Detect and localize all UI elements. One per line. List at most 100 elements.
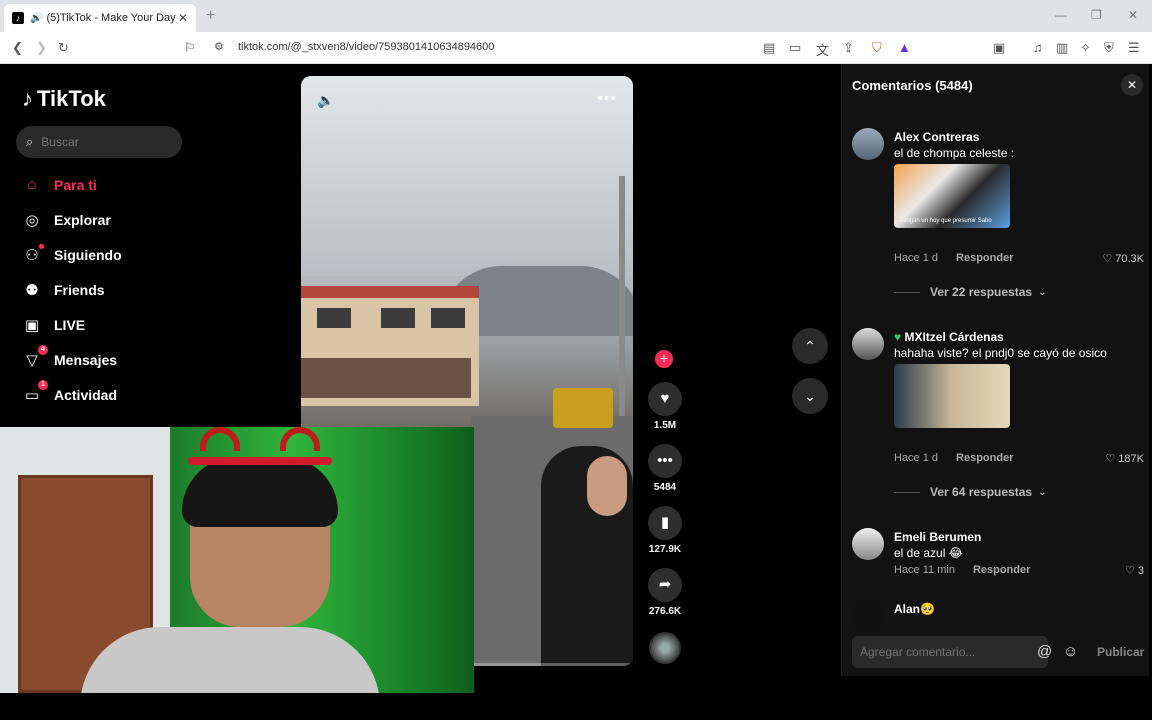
view-replies-button[interactable]: Ver 22 respuestas ⌄ — [894, 285, 1046, 299]
comment-image-caption: Tengan un hoy que presumir Sabo — [900, 218, 992, 224]
view-replies-label: Ver 64 respuestas — [930, 485, 1033, 499]
reply-button[interactable]: Responder — [973, 564, 1030, 576]
bookmark-icon[interactable]: ▮ — [648, 506, 682, 540]
avatar[interactable] — [852, 528, 884, 560]
live-icon: ▣ — [24, 317, 40, 334]
avatar[interactable] — [852, 328, 884, 360]
follow-button[interactable]: + — [655, 350, 673, 368]
browser-tab-bar: ♪ 🔊 (5)TikTok - Make Your Day ✕ + — ❐ ✕ — [0, 0, 1152, 32]
comment-item: Alan🥺 — [852, 600, 1148, 630]
cast-icon[interactable]: ▭ — [789, 40, 801, 56]
search-box[interactable]: ⌕ — [16, 126, 182, 158]
compass-icon: ◎ — [25, 212, 39, 229]
following-icon: ⚇ — [22, 244, 44, 264]
sidebar-item-para-ti[interactable]: ⌂ Para ti — [22, 176, 96, 193]
restore-icon[interactable]: ❐ — [1091, 8, 1102, 22]
search-input[interactable] — [41, 135, 162, 149]
more-options-icon[interactable]: ••• — [597, 90, 617, 108]
save-action[interactable]: ▮ 127.9K — [643, 506, 687, 555]
media-icon[interactable]: ♫ — [1033, 40, 1043, 55]
rewards-icon[interactable]: ▲ — [898, 40, 911, 55]
comment-username[interactable]: ♥ MXItzel Cárdenas — [894, 330, 1004, 344]
audio-playing-icon[interactable]: 🔊 — [30, 13, 42, 24]
bookmark-icon[interactable]: ⚐ — [184, 40, 196, 56]
sidebar-toggle-icon[interactable]: ▣ — [993, 40, 1005, 56]
comments-panel: Comentarios (5484) ✕ Alex Contreras el d… — [841, 64, 1149, 676]
view-replies-label: Ver 22 respuestas — [930, 285, 1033, 299]
comments-count: (5484) — [935, 78, 973, 93]
chevron-down-icon: ⌄ — [804, 388, 816, 404]
address-bar[interactable]: tiktok.com/@_stxven8/video/7593801410634… — [238, 41, 494, 53]
minimize-icon[interactable]: — — [1055, 8, 1067, 22]
sidebar-item-actividad[interactable]: ▭ 1 Actividad — [22, 380, 117, 404]
chevron-up-icon: ⌃ — [804, 338, 816, 354]
avatar[interactable] — [852, 128, 884, 160]
comment-image[interactable]: Tengan un hoy que presumir Sabo — [894, 164, 1010, 228]
sound-disc-icon[interactable] — [649, 632, 681, 664]
comment-username[interactable]: Alex Contreras — [894, 130, 979, 144]
sidebar-item-friends[interactable]: ⚉ Friends — [22, 281, 105, 299]
forward-icon[interactable]: ❯ — [36, 40, 47, 56]
browser-tab[interactable]: ♪ 🔊 (5)TikTok - Make Your Day ✕ — [4, 4, 196, 32]
menu-icon[interactable]: ☰ — [1128, 40, 1140, 56]
tiktok-note-icon: ♪ — [22, 86, 33, 111]
comment-input[interactable] — [860, 645, 1030, 659]
avatar[interactable] — [852, 600, 884, 630]
heart-icon[interactable]: ♥ — [648, 382, 682, 416]
new-tab-icon[interactable]: + — [206, 7, 215, 25]
comment-input-box[interactable] — [852, 636, 1048, 668]
comment-username[interactable]: Alan🥺 — [894, 602, 935, 616]
leo-ai-icon[interactable]: ✧ — [1080, 40, 1091, 56]
comment-icon[interactable]: ••• — [648, 444, 682, 478]
close-comments-button[interactable]: ✕ — [1121, 74, 1143, 96]
share-action[interactable]: ➦ 276.6K — [643, 568, 687, 617]
comment-likes[interactable]: ♡ 187K — [1105, 452, 1144, 465]
tiktok-logo[interactable]: ♪ TikTok — [22, 86, 106, 112]
heart-outline-icon: ♡ — [1124, 565, 1135, 577]
comment-likes[interactable]: ♡ 70.3K — [1102, 252, 1144, 265]
volume-icon[interactable]: 🔈 — [317, 92, 334, 109]
messages-badge: 4 — [38, 345, 48, 355]
comment-likes[interactable]: ♡ 3 — [1125, 564, 1144, 577]
mention-icon[interactable]: @ — [1037, 643, 1052, 660]
logo-text: TikTok — [37, 86, 106, 111]
comment-like-count: 187K — [1118, 453, 1144, 465]
emoji-icon[interactable]: ☺ — [1063, 643, 1078, 660]
share-arrow-icon[interactable]: ➦ — [648, 568, 682, 602]
sidebar-item-mensajes[interactable]: ▽ 4 Mensajes — [22, 345, 117, 369]
comment-image[interactable] — [894, 364, 1010, 428]
post-button[interactable]: Publicar — [1097, 645, 1144, 659]
close-tab-icon[interactable]: ✕ — [178, 11, 188, 25]
like-action[interactable]: ♥ 1.5M — [643, 382, 687, 431]
brave-shield-icon[interactable]: ⛉ — [872, 40, 882, 56]
sidebar-item-label: Siguiendo — [54, 247, 122, 263]
comment-time: Hace 1 d — [894, 252, 939, 264]
comment-count: 5484 — [653, 482, 677, 493]
translate-icon[interactable]: 文 — [816, 40, 829, 59]
like-count: 1.5M — [653, 420, 677, 431]
view-replies-button[interactable]: Ver 64 respuestas ⌄ — [894, 485, 1046, 499]
sidebar-item-explorar[interactable]: ◎ Explorar — [22, 211, 110, 229]
sidebar-item-live[interactable]: ▣ LIVE — [22, 316, 85, 334]
comment-username[interactable]: Emeli Berumen — [894, 530, 981, 544]
next-video-button[interactable]: ⌄ — [792, 378, 828, 414]
previous-video-button[interactable]: ⌃ — [792, 328, 828, 364]
save-count: 127.9K — [648, 544, 682, 555]
site-settings-icon[interactable]: ⚙ — [214, 40, 224, 53]
close-window-icon[interactable]: ✕ — [1128, 8, 1138, 22]
sidebar-item-siguiendo[interactable]: ⚇ Siguiendo — [22, 244, 122, 264]
reply-button[interactable]: Responder — [956, 452, 1013, 464]
back-icon[interactable]: ❮ — [12, 40, 23, 56]
reply-button[interactable]: Responder — [956, 252, 1013, 264]
comment-text: el de chompa celeste : — [894, 146, 1015, 160]
share-icon[interactable]: ⇪ — [843, 40, 854, 56]
messages-icon: ▽ 4 — [22, 345, 48, 369]
comment-action[interactable]: ••• 5484 — [643, 444, 687, 493]
wallet-icon[interactable]: ▥ — [1056, 40, 1068, 56]
reader-icon[interactable]: ▤ — [763, 40, 775, 56]
sidebar-item-label: Friends — [54, 282, 105, 298]
webcam-overlay — [0, 427, 474, 693]
reload-icon[interactable]: ↻ — [58, 40, 69, 56]
vpn-icon[interactable]: ⛨ — [1104, 40, 1114, 56]
comment-time: Hace 1 d — [894, 452, 939, 464]
